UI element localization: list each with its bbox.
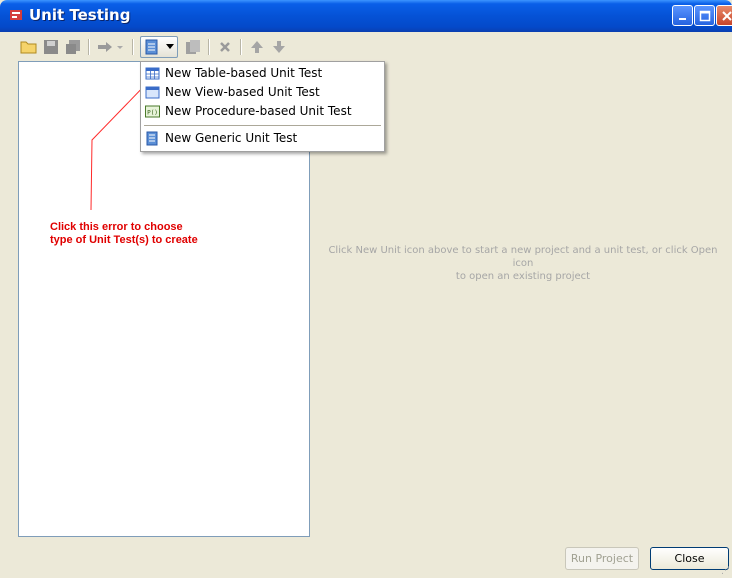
- annotation-text: Click this error to choose type of Unit …: [50, 221, 250, 247]
- resize-grip-icon[interactable]: ⋰: [721, 566, 730, 576]
- minimize-icon: [679, 18, 686, 20]
- toolbar-separator: [208, 39, 210, 55]
- unit-testing-window: Unit Testing Click this error to choose …: [0, 0, 732, 578]
- close-window-button[interactable]: [716, 5, 732, 26]
- chevron-down-icon[interactable]: [116, 38, 124, 56]
- window-title: Unit Testing: [29, 6, 131, 24]
- save-icon[interactable]: [42, 38, 60, 56]
- menu-item-new-view-based[interactable]: New View-based Unit Test: [141, 83, 384, 102]
- unit-testing-app-icon: [10, 10, 22, 20]
- svg-text:P(): P(): [147, 110, 158, 117]
- title-bar[interactable]: Unit Testing: [0, 0, 732, 32]
- annotation-line-2: type of Unit Test(s) to create: [50, 234, 198, 246]
- toolbar-separator: [88, 39, 90, 55]
- maximize-button[interactable]: [694, 5, 715, 26]
- procedure-icon: P(): [145, 105, 160, 118]
- close-icon: [722, 11, 732, 21]
- hint-line-2: to open an existing project: [455, 271, 591, 282]
- menu-item-label: New View-based Unit Test: [165, 85, 320, 99]
- menu-item-label: New Table-based Unit Test: [165, 66, 323, 80]
- run-icon[interactable]: [96, 38, 114, 56]
- delete-icon[interactable]: [216, 38, 234, 56]
- close-button[interactable]: Close: [650, 547, 729, 570]
- maximize-icon: [699, 10, 711, 22]
- toolbar: [18, 36, 318, 60]
- toolbar-separator: [240, 39, 242, 55]
- annotation-line-1: Click this error to choose: [50, 221, 183, 233]
- generic-test-icon: [146, 131, 158, 146]
- menu-separator: [144, 125, 381, 126]
- arrow-down-icon[interactable]: [270, 38, 288, 56]
- folder-open-icon[interactable]: [20, 38, 38, 56]
- chevron-down-icon: [166, 44, 174, 49]
- new-unit-test-icon: [145, 39, 158, 55]
- menu-item-label: New Procedure-based Unit Test: [165, 104, 352, 118]
- menu-item-new-table-based[interactable]: New Table-based Unit Test: [141, 64, 384, 83]
- menu-item-new-procedure-based[interactable]: P() New Procedure-based Unit Test: [141, 102, 384, 121]
- toolbar-separator: [132, 39, 134, 55]
- view-icon: [145, 86, 160, 99]
- new-unit-test-button[interactable]: [140, 36, 178, 58]
- save-as-icon[interactable]: [64, 38, 82, 56]
- copy-test-icon[interactable]: [184, 38, 202, 56]
- new-unit-test-menu: New Table-based Unit Test New View-based…: [140, 61, 385, 152]
- table-icon: [145, 67, 160, 80]
- minimize-button[interactable]: [672, 5, 693, 26]
- arrow-up-icon[interactable]: [248, 38, 266, 56]
- hint-line-1: Click New Unit icon above to start a new…: [328, 245, 718, 269]
- menu-item-label: New Generic Unit Test: [165, 131, 298, 145]
- empty-state-hint: Click New Unit icon above to start a new…: [318, 244, 728, 283]
- run-project-button[interactable]: Run Project: [565, 547, 639, 570]
- menu-item-new-generic[interactable]: New Generic Unit Test: [141, 129, 384, 148]
